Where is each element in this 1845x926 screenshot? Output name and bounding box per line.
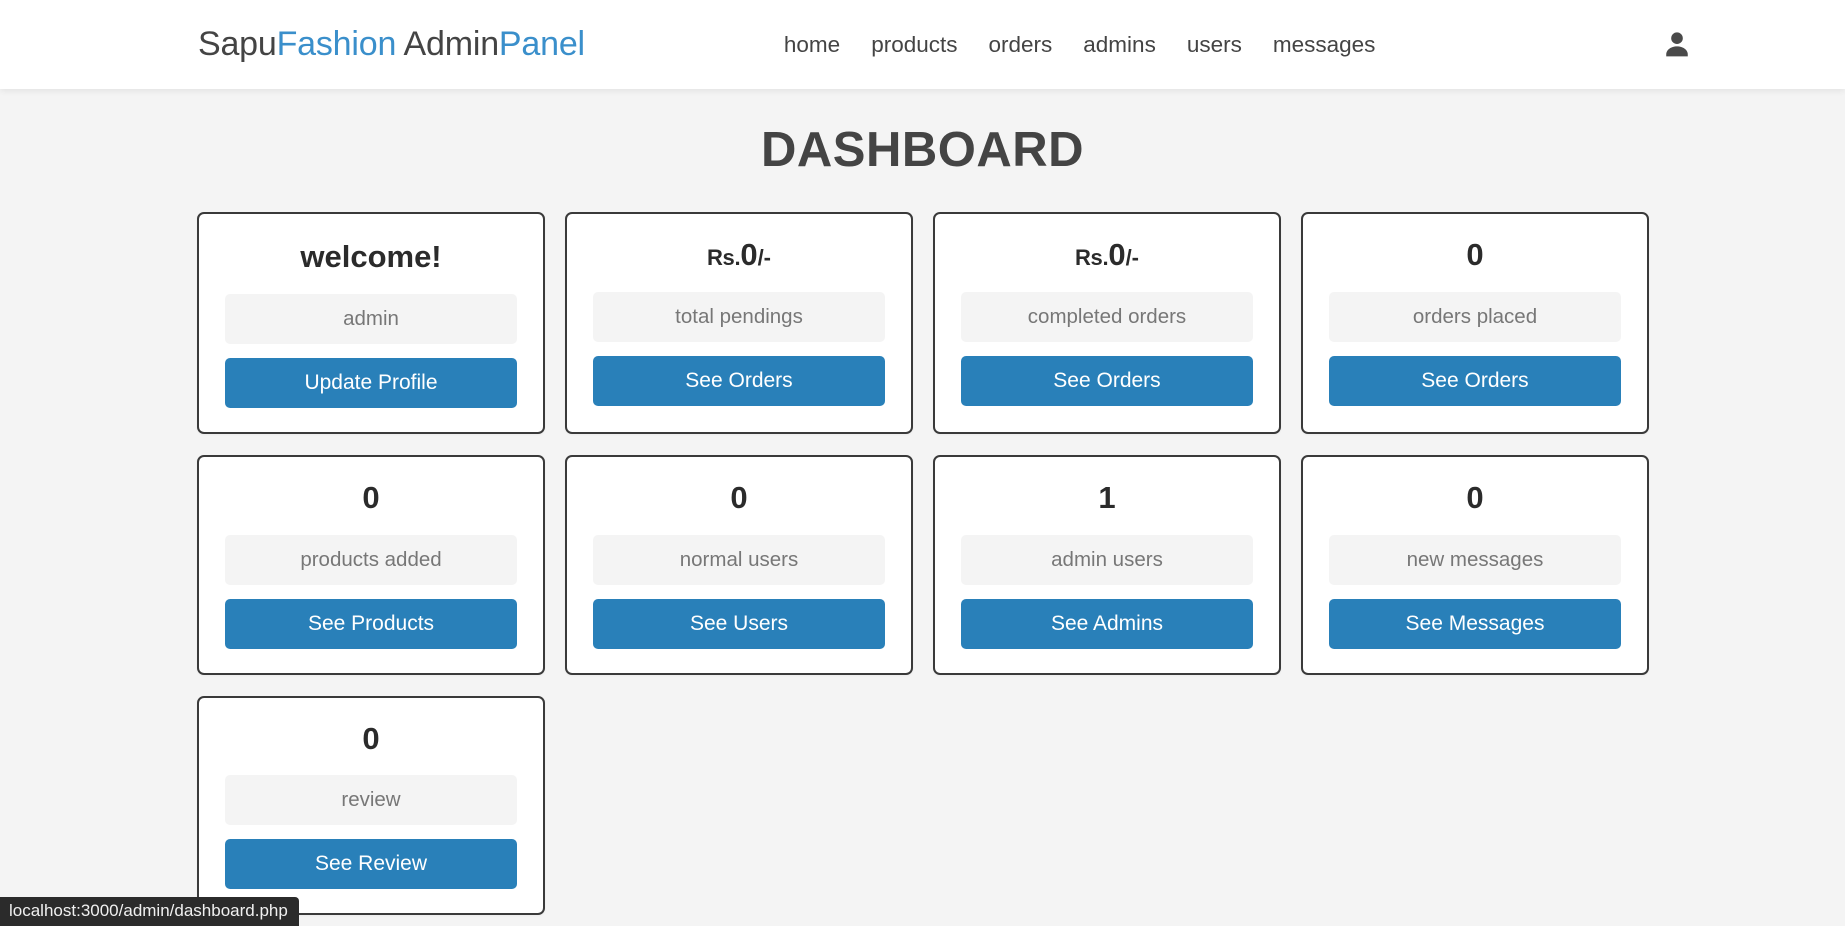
main-navigation: home products orders admins users messag…	[784, 32, 1376, 58]
card-normal-users-value: 0	[593, 479, 885, 518]
brand-logo[interactable]: SapuFashion AdminPanel	[198, 25, 585, 64]
card-review-label: review	[225, 775, 517, 826]
card-products-added-number: 0	[362, 479, 380, 515]
card-orders-placed-label: orders placed	[1329, 291, 1621, 342]
dashboard-main: DASHBOARD welcome! admin Update Profile …	[0, 89, 1845, 916]
card-new-messages-value: 0	[1329, 479, 1621, 518]
card-completed-orders: Rs.0/- completed orders See Orders	[933, 212, 1281, 434]
see-users-button[interactable]: See Users	[593, 598, 885, 649]
nav-item-home[interactable]: home	[784, 32, 840, 58]
card-orders-placed: 0 orders placed See Orders	[1301, 212, 1649, 434]
logo-part-admin: Admin	[396, 25, 500, 63]
card-products-added-value: 0	[225, 479, 517, 518]
card-products-added-label: products added	[225, 534, 517, 585]
card-completed-orders-currency: Rs.	[1074, 245, 1109, 270]
logo-part-panel: Panel	[498, 25, 585, 63]
card-completed-orders-value: Rs.0/-	[961, 236, 1253, 275]
card-review-value: 0	[225, 720, 517, 759]
card-completed-orders-label: completed orders	[961, 291, 1253, 342]
card-welcome: welcome! admin Update Profile	[197, 212, 545, 434]
card-welcome-label: admin	[225, 293, 517, 344]
card-orders-placed-value: 0	[1329, 236, 1621, 275]
card-normal-users: 0 normal users See Users	[565, 454, 913, 675]
card-orders-placed-number: 0	[1466, 237, 1484, 272]
see-orders-pendings-button[interactable]: See Orders	[593, 355, 885, 406]
user-icon[interactable]	[1660, 28, 1694, 62]
see-orders-completed-button[interactable]: See Orders	[961, 355, 1253, 406]
card-admin-users-label: admin users	[961, 534, 1253, 585]
see-review-button[interactable]: See Review	[225, 839, 517, 890]
card-review: 0 review See Review	[197, 695, 545, 916]
card-normal-users-number: 0	[730, 479, 748, 515]
site-header: SapuFashion AdminPanel home products ord…	[0, 0, 1845, 89]
card-new-messages: 0 new messages See Messages	[1301, 454, 1649, 675]
card-normal-users-label: normal users	[593, 534, 885, 585]
card-total-pendings: Rs.0/- total pendings See Orders	[565, 212, 913, 434]
nav-item-products[interactable]: products	[871, 32, 957, 58]
card-total-pendings-value: Rs.0/-	[593, 236, 885, 275]
see-products-button[interactable]: See Products	[225, 598, 517, 649]
card-products-added: 0 products added See Products	[197, 454, 545, 675]
page-title: DASHBOARD	[761, 123, 1084, 177]
card-completed-orders-suffix: /-	[1125, 245, 1140, 270]
card-welcome-value: welcome!	[225, 236, 517, 277]
card-new-messages-label: new messages	[1329, 534, 1621, 585]
link-status-bar: localhost:3000/admin/dashboard.php	[0, 897, 299, 926]
card-completed-orders-number: 0	[1108, 237, 1126, 272]
logo-part-fashion: Fashion	[276, 25, 397, 63]
nav-item-admins[interactable]: admins	[1083, 32, 1156, 58]
card-review-number: 0	[362, 720, 380, 756]
see-messages-button[interactable]: See Messages	[1329, 598, 1621, 649]
card-admin-users: 1 admin users See Admins	[933, 454, 1281, 675]
card-new-messages-number: 0	[1466, 479, 1484, 515]
dashboard-cards-grid: welcome! admin Update Profile Rs.0/- tot…	[0, 212, 1845, 916]
nav-item-users[interactable]: users	[1187, 32, 1242, 58]
see-admins-button[interactable]: See Admins	[961, 598, 1253, 649]
card-total-pendings-suffix: /-	[757, 245, 772, 270]
card-admin-users-value: 1	[961, 479, 1253, 518]
card-total-pendings-label: total pendings	[593, 291, 885, 342]
see-orders-placed-button[interactable]: See Orders	[1329, 355, 1621, 406]
card-total-pendings-number: 0	[740, 237, 758, 272]
card-total-pendings-currency: Rs.	[706, 245, 741, 270]
nav-item-messages[interactable]: messages	[1273, 32, 1376, 58]
logo-part-sapu: Sapu	[198, 25, 277, 63]
card-admin-users-number: 1	[1098, 479, 1116, 515]
nav-item-orders[interactable]: orders	[989, 32, 1053, 58]
card-welcome-number: welcome!	[300, 239, 442, 274]
update-profile-button[interactable]: Update Profile	[225, 357, 517, 408]
